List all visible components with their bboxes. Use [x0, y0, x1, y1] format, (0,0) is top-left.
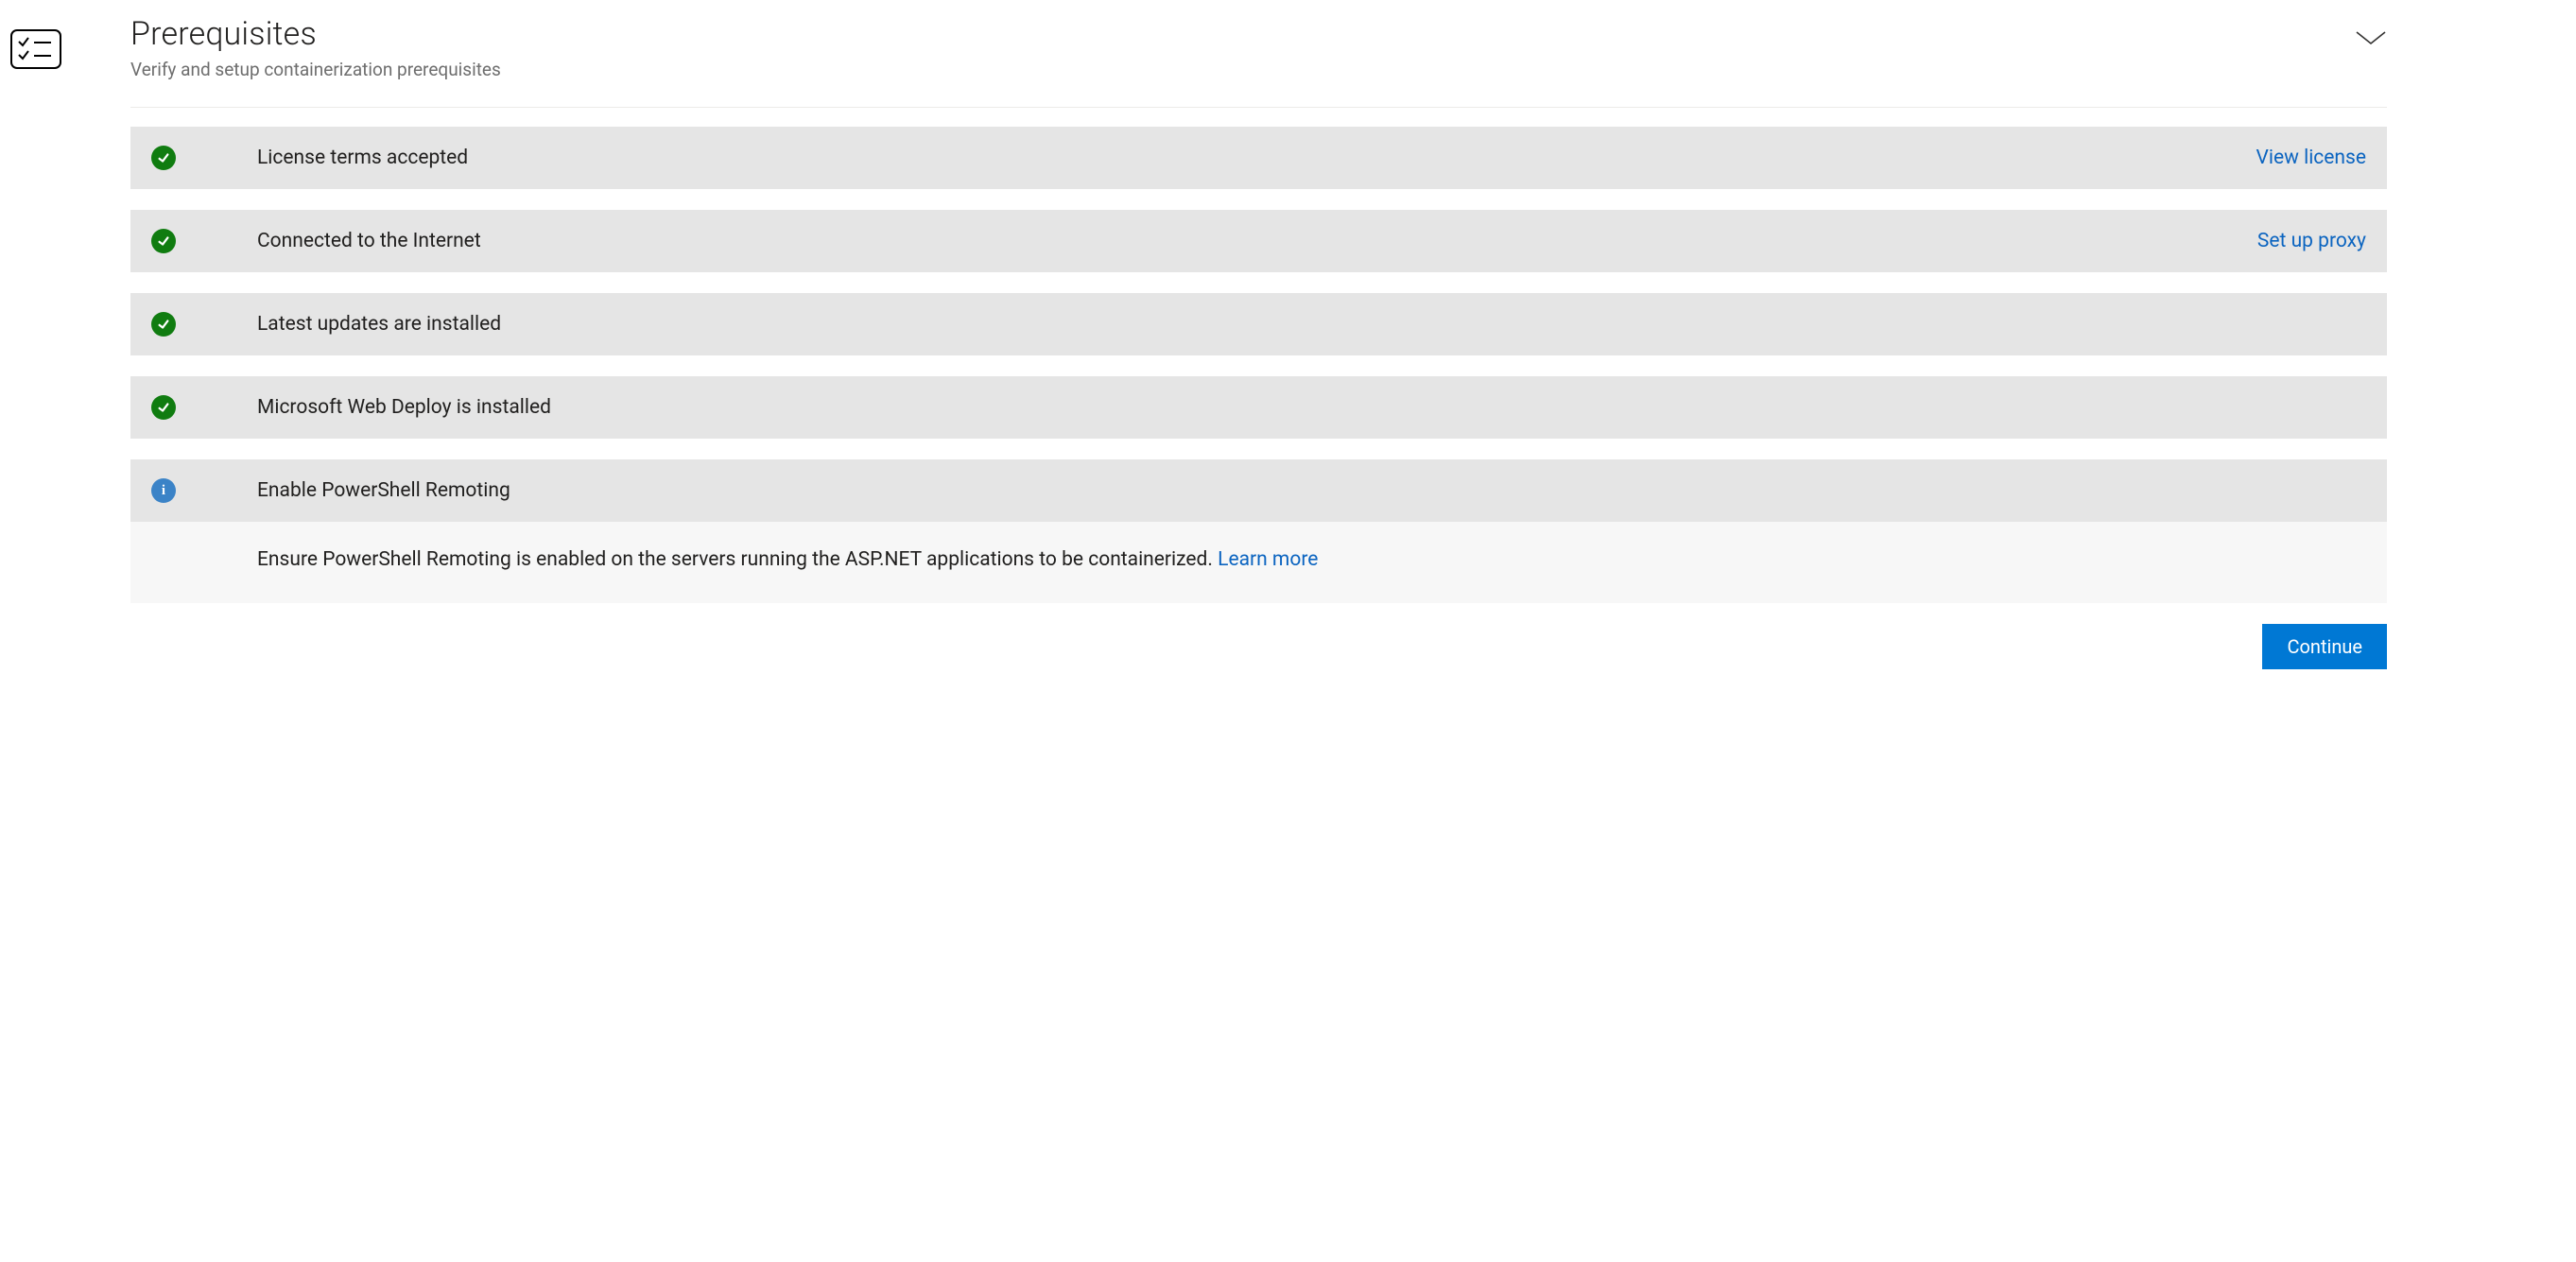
prerequisite-item-updates: Latest updates are installed [130, 293, 2387, 355]
checklist-icon [9, 28, 62, 70]
prerequisite-detail-panel: Ensure PowerShell Remoting is enabled on… [130, 522, 2387, 603]
page-title: Prerequisites [130, 15, 501, 53]
prerequisite-detail-text: Ensure PowerShell Remoting is enabled on… [257, 548, 1318, 571]
status-column [151, 146, 257, 170]
learn-more-link[interactable]: Learn more [1218, 548, 1318, 571]
prerequisite-label: Latest updates are installed [257, 313, 2366, 336]
prerequisite-item-license: License terms accepted View license [130, 127, 2387, 189]
prerequisite-list: License terms accepted View license Conn… [130, 127, 2387, 603]
header-text: Prerequisites Verify and setup container… [130, 15, 501, 80]
status-column [151, 395, 257, 420]
page-subtitle: Verify and setup containerization prereq… [130, 59, 501, 80]
continue-button[interactable]: Continue [2262, 624, 2387, 669]
prerequisite-label: License terms accepted [257, 147, 2256, 169]
check-icon [151, 229, 176, 253]
status-column [151, 312, 257, 337]
info-icon: i [151, 478, 176, 503]
prerequisite-label: Enable PowerShell Remoting [257, 479, 2366, 502]
prerequisite-label: Connected to the Internet [257, 230, 2257, 252]
check-icon [151, 146, 176, 170]
footer: Continue [130, 624, 2387, 669]
check-icon [151, 395, 176, 420]
section-icon-column [0, 15, 130, 669]
check-icon [151, 312, 176, 337]
prerequisite-item-internet: Connected to the Internet Set up proxy [130, 210, 2387, 272]
status-column [151, 229, 257, 253]
prerequisite-item-webdeploy: Microsoft Web Deploy is installed [130, 376, 2387, 439]
detail-message: Ensure PowerShell Remoting is enabled on… [257, 548, 1213, 571]
detail-spacer [151, 548, 257, 571]
section-header: Prerequisites Verify and setup container… [130, 15, 2387, 108]
main-content: Prerequisites Verify and setup container… [130, 15, 2576, 669]
prerequisite-item-psremoting: i Enable PowerShell Remoting [130, 459, 2387, 522]
setup-proxy-link[interactable]: Set up proxy [2257, 230, 2366, 252]
prerequisites-page: Prerequisites Verify and setup container… [0, 0, 2576, 669]
status-column: i [151, 478, 257, 503]
prerequisite-label: Microsoft Web Deploy is installed [257, 396, 2366, 419]
view-license-link[interactable]: View license [2256, 147, 2366, 169]
chevron-down-icon[interactable] [2355, 28, 2387, 47]
